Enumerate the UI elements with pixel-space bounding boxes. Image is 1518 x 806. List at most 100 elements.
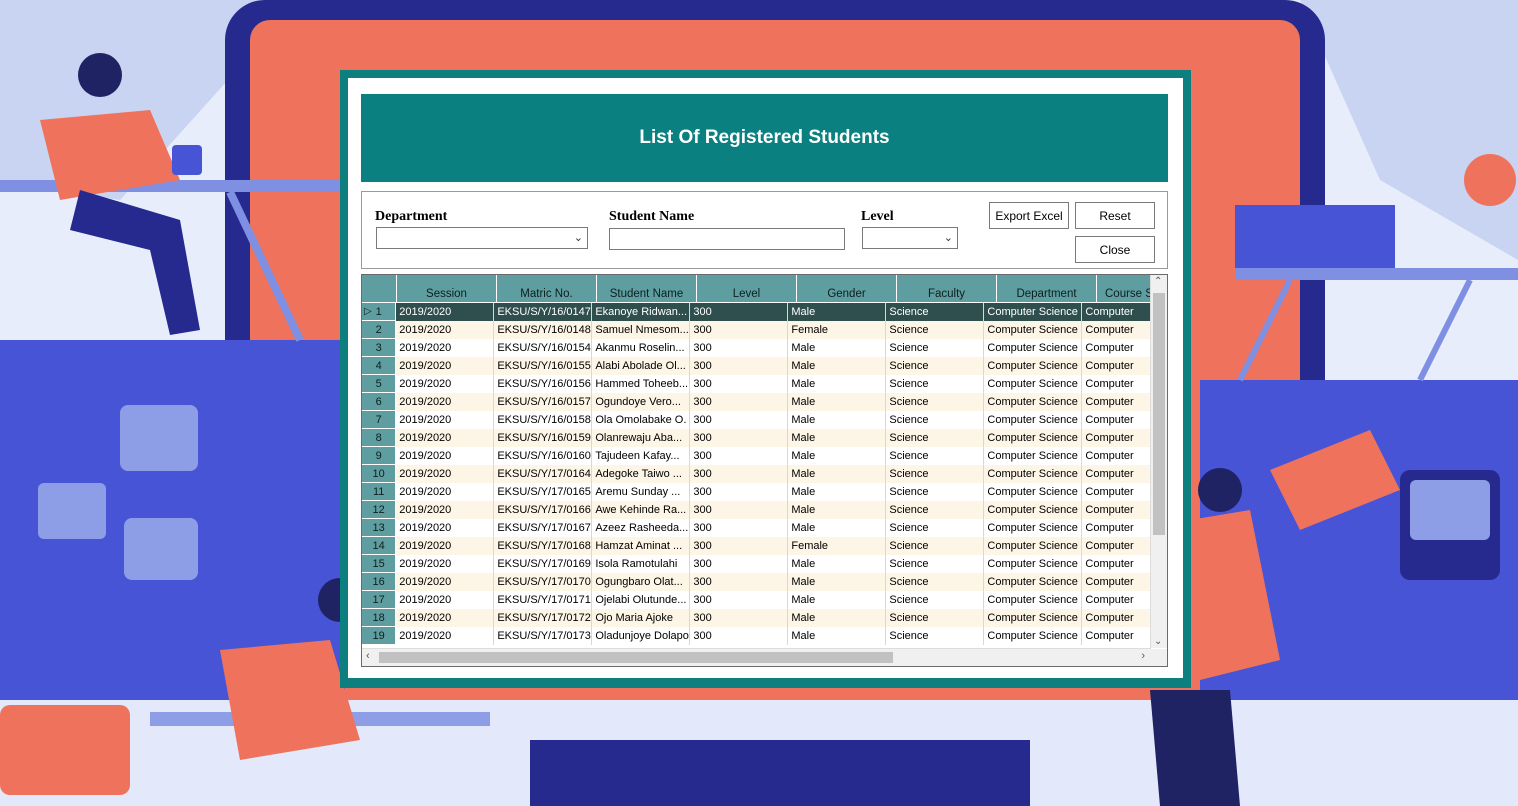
cell-department[interactable]: Computer Science [984, 339, 1083, 357]
cell-gender[interactable]: Male [788, 609, 887, 627]
cell-department[interactable]: Computer Science [984, 519, 1083, 537]
cell-gender[interactable]: Female [788, 537, 887, 555]
cell-student-name[interactable]: Aremu Sunday ... [592, 483, 691, 501]
cell-row-header[interactable]: 8 [362, 429, 397, 447]
cell-student-name[interactable]: Oladunjoye Dolapo [592, 627, 691, 645]
cell-student-name[interactable]: Ekanoye Ridwan... [592, 303, 691, 321]
table-row[interactable]: 8 2019/2020 EKSU/S/Y/16/0159 Olanrewaju Aba… [362, 429, 1152, 447]
cell-gender[interactable]: Male [788, 501, 887, 519]
cell-department[interactable]: Computer Science [984, 627, 1083, 645]
cell-level[interactable]: 300 [690, 339, 789, 357]
column-header-level[interactable]: Level [697, 275, 797, 303]
column-header-student-name[interactable]: Student Name [597, 275, 697, 303]
table-row[interactable]: 14 2019/2020 EKSU/S/Y/17/0168 Hamzat Aminat… [362, 537, 1152, 555]
cell-course[interactable]: Computer [1082, 303, 1152, 321]
cell-session[interactable]: 2019/2020 [396, 573, 495, 591]
column-header-department[interactable]: Department [997, 275, 1097, 303]
cell-course[interactable]: Computer [1082, 501, 1152, 519]
cell-student-name[interactable]: Ojelabi Olutunde... [592, 591, 691, 609]
chevron-up-icon[interactable]: ⌃ [1154, 276, 1162, 287]
cell-level[interactable]: 300 [690, 393, 789, 411]
cell-level[interactable]: 300 [690, 429, 789, 447]
cell-row-header[interactable]: 11 [362, 483, 397, 501]
table-row[interactable]: 5 2019/2020 EKSU/S/Y/16/0156 Hammed Toheeb.… [362, 375, 1152, 393]
table-row[interactable]: 16 2019/2020 EKSU/S/Y/17/0170 Ogungbaro Ola… [362, 573, 1152, 591]
cell-faculty[interactable]: Science [886, 627, 985, 645]
cell-gender[interactable]: Male [788, 429, 887, 447]
cell-faculty[interactable]: Science [886, 393, 985, 411]
cell-level[interactable]: 300 [690, 447, 789, 465]
cell-faculty[interactable]: Science [886, 375, 985, 393]
cell-session[interactable]: 2019/2020 [396, 555, 495, 573]
cell-level[interactable]: 300 [690, 537, 789, 555]
cell-level[interactable]: 300 [690, 591, 789, 609]
cell-faculty[interactable]: Science [886, 339, 985, 357]
cell-session[interactable]: 2019/2020 [396, 501, 495, 519]
cell-student-name[interactable]: Isola Ramotulahi [592, 555, 691, 573]
cell-gender[interactable]: Male [788, 393, 887, 411]
cell-level[interactable]: 300 [690, 411, 789, 429]
table-row[interactable]: 12 2019/2020 EKSU/S/Y/17/0166 Awe Kehinde R… [362, 501, 1152, 519]
cell-course[interactable]: Computer [1082, 447, 1152, 465]
cell-faculty[interactable]: Science [886, 537, 985, 555]
cell-department[interactable]: Computer Science [984, 501, 1083, 519]
cell-level[interactable]: 300 [690, 483, 789, 501]
cell-row-header[interactable]: 3 [362, 339, 397, 357]
cell-row-header[interactable]: 15 [362, 555, 397, 573]
cell-faculty[interactable]: Science [886, 483, 985, 501]
cell-student-name[interactable]: Hammed Toheeb... [592, 375, 691, 393]
cell-student-name[interactable]: Hamzat Aminat ... [592, 537, 691, 555]
cell-matric-no[interactable]: EKSU/S/Y/16/0155 [494, 357, 593, 375]
table-row[interactable]: 13 2019/2020 EKSU/S/Y/17/0167 Azeez Rasheed… [362, 519, 1152, 537]
cell-session[interactable]: 2019/2020 [396, 627, 495, 645]
cell-department[interactable]: Computer Science [984, 303, 1083, 321]
cell-level[interactable]: 300 [690, 465, 789, 483]
cell-gender[interactable]: Male [788, 555, 887, 573]
cell-row-header[interactable]: 19 [362, 627, 397, 645]
cell-level[interactable]: 300 [690, 357, 789, 375]
table-row[interactable]: 7 2019/2020 EKSU/S/Y/16/0158 Ola Omolabake … [362, 411, 1152, 429]
close-button[interactable]: Close [1075, 236, 1155, 263]
cell-department[interactable]: Computer Science [984, 483, 1083, 501]
cell-student-name[interactable]: Akanmu Roselin... [592, 339, 691, 357]
cell-department[interactable]: Computer Science [984, 393, 1083, 411]
cell-faculty[interactable]: Science [886, 465, 985, 483]
column-header-session[interactable]: Session [397, 275, 497, 303]
cell-row-header[interactable]: 5 [362, 375, 397, 393]
table-row[interactable]: 10 2019/2020 EKSU/S/Y/17/0164 Adegoke Taiwo… [362, 465, 1152, 483]
level-dropdown[interactable]: ⌄ [862, 227, 958, 249]
cell-department[interactable]: Computer Science [984, 591, 1083, 609]
cell-gender[interactable]: Male [788, 483, 887, 501]
cell-gender[interactable]: Male [788, 519, 887, 537]
cell-student-name[interactable]: Alabi Abolade Ol... [592, 357, 691, 375]
cell-department[interactable]: Computer Science [984, 447, 1083, 465]
cell-gender[interactable]: Male [788, 447, 887, 465]
cell-gender[interactable]: Male [788, 357, 887, 375]
column-header-matric-no[interactable]: Matric No. [497, 275, 597, 303]
cell-matric-no[interactable]: EKSU/S/Y/16/0154 [494, 339, 593, 357]
cell-course[interactable]: Computer [1082, 375, 1152, 393]
cell-level[interactable]: 300 [690, 555, 789, 573]
cell-student-name[interactable]: Tajudeen Kafay... [592, 447, 691, 465]
cell-row-header[interactable]: 14 [362, 537, 397, 555]
cell-row-header[interactable]: 13 [362, 519, 397, 537]
table-row[interactable]: 17 2019/2020 EKSU/S/Y/17/0171 Ojelabi Olutu… [362, 591, 1152, 609]
cell-row-header[interactable]: 4 [362, 357, 397, 375]
cell-row-header[interactable]: 16 [362, 573, 397, 591]
table-row[interactable]: 6 2019/2020 EKSU/S/Y/16/0157 Ogundoye Vero.… [362, 393, 1152, 411]
cell-department[interactable]: Computer Science [984, 555, 1083, 573]
cell-faculty[interactable]: Science [886, 357, 985, 375]
cell-session[interactable]: 2019/2020 [396, 429, 495, 447]
cell-department[interactable]: Computer Science [984, 411, 1083, 429]
cell-level[interactable]: 300 [690, 501, 789, 519]
cell-session[interactable]: 2019/2020 [396, 339, 495, 357]
cell-matric-no[interactable]: EKSU/S/Y/17/0164 [494, 465, 593, 483]
cell-level[interactable]: 300 [690, 303, 789, 321]
cell-student-name[interactable]: Azeez Rasheeda... [592, 519, 691, 537]
cell-faculty[interactable]: Science [886, 411, 985, 429]
table-row[interactable]: 9 2019/2020 EKSU/S/Y/16/0160 Tajudeen Kafay… [362, 447, 1152, 465]
cell-row-header[interactable]: 17 [362, 591, 397, 609]
cell-level[interactable]: 300 [690, 609, 789, 627]
cell-row-header[interactable]: 9 [362, 447, 397, 465]
table-row[interactable]: 11 2019/2020 EKSU/S/Y/17/0165 Aremu Sunday … [362, 483, 1152, 501]
